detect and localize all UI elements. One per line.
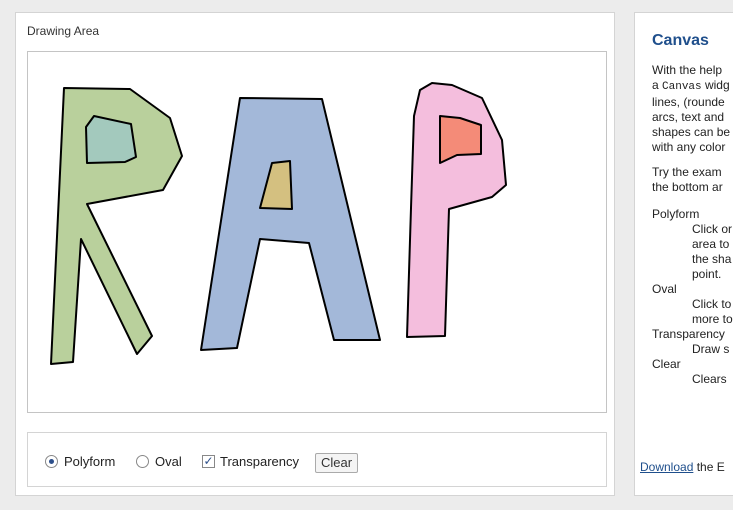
drawing-canvas[interactable] [27, 51, 607, 413]
intro-line: shapes can be [652, 125, 731, 139]
transparency-term: Transparency [652, 327, 725, 341]
info-panel: Canvas With the help a Canvas widg lines… [634, 12, 733, 496]
try-line: the bottom ar [652, 180, 723, 194]
intro-line: with any color [652, 140, 726, 154]
panel-title: Drawing Area [27, 24, 100, 38]
desc-line: Click or [692, 222, 733, 236]
oval-radio[interactable] [136, 455, 149, 468]
controls-bar: Polyform Oval ✓ Transparency Clear [27, 432, 607, 487]
info-title: Canvas [652, 32, 709, 49]
desc-line: point. [692, 267, 722, 281]
intro-paragraph: With the help a Canvas widg lines, (roun… [652, 63, 733, 155]
shape-letter-a [200, 97, 381, 351]
try-line: Try the exam [652, 165, 722, 179]
download-footer: Download the E [640, 460, 725, 474]
desc-line: more to [692, 312, 733, 326]
polyform-description: Click or area to the sha point. [692, 222, 732, 282]
transparency-label[interactable]: Transparency [220, 454, 299, 469]
desc-line: area to [692, 237, 730, 251]
try-paragraph: Try the exam the bottom ar [652, 165, 733, 195]
shape-letter-r-hole [85, 115, 137, 164]
clear-button[interactable]: Clear [315, 453, 359, 473]
intro-line: With the help [652, 63, 723, 77]
desc-line: Click to [692, 297, 732, 311]
polyform-label[interactable]: Polyform [64, 454, 115, 469]
polyform-term: Polyform [652, 207, 700, 221]
intro-line: arcs, text and [652, 110, 725, 124]
download-text: the E [693, 460, 725, 474]
download-link[interactable]: Download [640, 460, 693, 474]
transparency-description: Draw s [692, 342, 730, 356]
oval-description: Click to more to [692, 297, 733, 327]
drawing-panel: Drawing Area Polyform Oval ✓ Transparenc… [15, 12, 615, 496]
canvas-drawing [50, 82, 507, 365]
polyform-radio[interactable] [45, 455, 58, 468]
intro-line: a Canvas widg [652, 78, 730, 93]
oval-term: Oval [652, 282, 677, 296]
intro-line: lines, (rounde [652, 95, 725, 109]
oval-label[interactable]: Oval [155, 454, 182, 469]
clear-term: Clear [652, 357, 681, 371]
transparency-checkbox[interactable]: ✓ [202, 455, 215, 468]
clear-description: Clears [692, 372, 727, 386]
desc-line: the sha [692, 252, 732, 266]
